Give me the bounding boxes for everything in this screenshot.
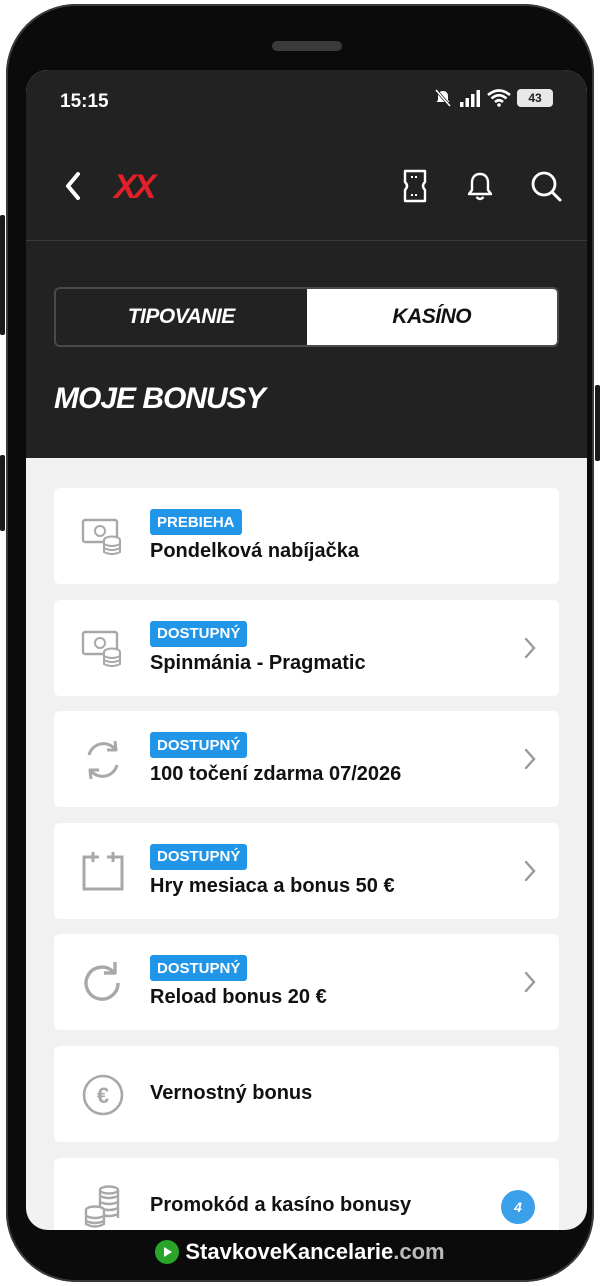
count-badge: 4 <box>501 1189 535 1224</box>
chevron-right-icon <box>524 748 536 770</box>
phone-speaker <box>272 41 342 51</box>
bonus-title: Spinmánia - Pragmatic <box>150 651 366 674</box>
status-badge: DOSTUPNÝ <box>150 620 248 647</box>
tab-tipovanie[interactable]: TIPOVANIE <box>56 289 307 345</box>
wifi-icon <box>487 89 511 107</box>
side-button-left-lower <box>0 455 5 531</box>
status-badge: DOSTUPNÝ <box>150 843 248 870</box>
money-coins-icon <box>80 514 126 560</box>
bonus-card[interactable]: DOSTUPNÝ Reload bonus 20 € <box>54 934 559 1031</box>
page-title: MOJE BONUSY <box>54 382 266 415</box>
back-icon <box>66 172 80 200</box>
app-bar: XX <box>26 154 587 218</box>
brand-tld: .com <box>393 1239 445 1264</box>
calendar-icon <box>80 849 126 895</box>
search-icon <box>531 171 562 202</box>
bonus-card[interactable]: € Vernostný bonus <box>54 1045 559 1142</box>
phone-frame: 15:15 43 XX TIPOVANIE KASÍNO MOJE BONUSY… <box>6 4 594 1282</box>
back-button[interactable] <box>56 166 90 206</box>
bonus-card[interactable]: Promokód a kasíno bonusy 4 <box>54 1157 559 1230</box>
brand-name: StavkoveKancelarie <box>185 1239 394 1264</box>
bonus-card[interactable]: PREBIEHA Pondelková nabíjačka <box>54 488 559 584</box>
bonus-list: PREBIEHA Pondelková nabíjačka DOSTUPNÝ S… <box>54 488 559 1230</box>
betslip-button[interactable] <box>397 168 433 204</box>
bonus-title: Pondelková nabíjačka <box>150 540 359 562</box>
side-button-left <box>0 215 5 335</box>
app-screen: 15:15 43 XX TIPOVANIE KASÍNO MOJE BONUSY… <box>26 70 587 1230</box>
tab-kasino[interactable]: KASÍNO <box>306 289 557 345</box>
refresh-cycle-icon <box>80 737 126 783</box>
bonus-title: 100 točení zdarma 07/2026 <box>150 763 402 786</box>
notifications-button[interactable] <box>462 168 498 204</box>
ticket-icon <box>403 169 427 203</box>
bonus-title: Reload bonus 20 € <box>150 986 327 1009</box>
bonus-card[interactable]: DOSTUPNÝ Hry mesiaca a bonus 50 € <box>54 822 559 919</box>
side-button-right <box>595 385 600 461</box>
header-divider <box>26 240 587 241</box>
status-badge: PREBIEHA <box>150 509 242 535</box>
signal-icon <box>460 90 480 107</box>
status-bar: 15:15 43 <box>26 70 587 134</box>
coin-stack-icon <box>80 1184 126 1230</box>
bonus-title: Vernostný bonus <box>150 1081 313 1104</box>
chevron-right-icon <box>524 637 536 658</box>
search-button[interactable] <box>528 168 564 204</box>
status-icons: 43 <box>433 88 553 108</box>
reload-icon <box>80 960 126 1006</box>
money-coins-icon <box>80 626 126 672</box>
battery-indicator: 43 <box>517 89 553 107</box>
bell-icon <box>467 172 493 201</box>
chevron-right-icon <box>524 860 536 881</box>
euro-circle-icon: € <box>80 1072 126 1118</box>
bonus-title: Promokód a kasíno bonusy <box>150 1193 412 1216</box>
chevron-right-icon <box>524 972 536 993</box>
brand-wordmark: StavkoveKancelarie.com <box>185 1239 444 1265</box>
svg-text:€: € <box>97 1083 109 1108</box>
status-badge: DOSTUPNÝ <box>150 732 248 759</box>
brand-logo[interactable]: XX <box>114 168 156 207</box>
section-toggle: TIPOVANIE KASÍNO <box>54 287 559 347</box>
status-badge: DOSTUPNÝ <box>150 955 248 982</box>
bonus-card[interactable]: DOSTUPNÝ Spinmánia - Pragmatic <box>54 599 559 696</box>
status-time: 15:15 <box>60 91 109 112</box>
bonus-title: Hry mesiaca a bonus 50 € <box>150 874 395 897</box>
play-icon <box>155 1240 180 1264</box>
brand-footer: StavkoveKancelarie.com <box>0 1234 600 1270</box>
mute-bell-icon <box>434 89 452 107</box>
bonus-card[interactable]: DOSTUPNÝ 100 točení zdarma 07/2026 <box>54 711 559 808</box>
